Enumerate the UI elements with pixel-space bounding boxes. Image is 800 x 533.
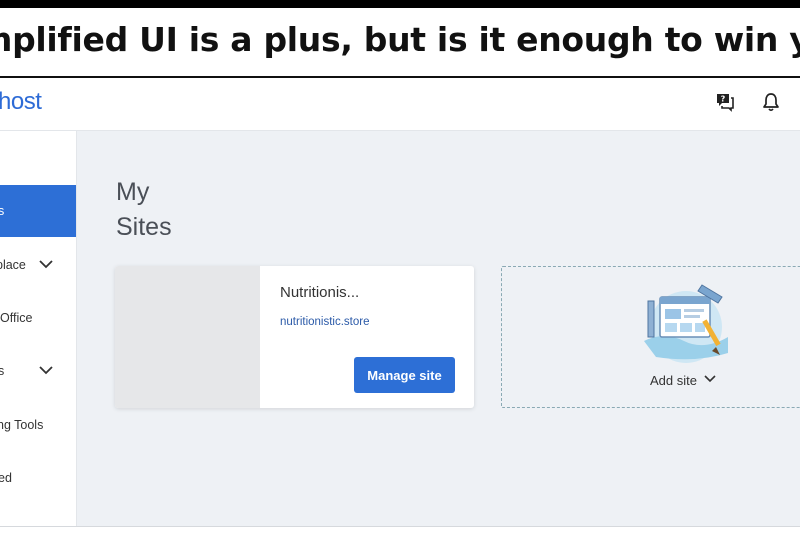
chat-icon[interactable]: ? [713,90,737,114]
brand-logo[interactable]: host [0,88,42,116]
site-thumbnail[interactable] [115,266,260,408]
chevron-down-icon [38,362,54,381]
sidebar: s place Office s ng Tools ed [0,131,77,526]
sidebar-item-marketing-tools[interactable]: ng Tools [0,411,76,441]
sidebar-item-label: Office [0,311,33,325]
sidebar-item-advanced[interactable]: ed [0,464,76,494]
sidebar-item-label: ed [0,471,12,485]
add-site-label: Add site [650,373,697,388]
bell-icon[interactable] [759,90,783,114]
add-site-illustration-icon [644,284,728,363]
sidebar-item-marketplace[interactable]: place [0,251,76,281]
add-site-card[interactable]: Add site [501,266,800,408]
sidebar-item-label: s [0,364,5,378]
bottom-divider [0,526,800,527]
app-header: host ? [0,78,800,131]
site-card: Nutritionis... nutritionistic.store Mana… [115,266,474,408]
sidebar-item-label: s [0,204,5,218]
page-title: My Sites [116,178,172,241]
app-window: host ? s place Office [0,78,800,526]
sidebar-item-label: place [0,258,26,272]
sidebar-item-office[interactable]: Office [0,304,76,334]
manage-site-button[interactable]: Manage site [354,357,455,393]
caption-text: mplified UI is a plus, but is it enough … [0,20,800,59]
sidebar-item-sites[interactable]: s [0,185,76,237]
sidebar-item-domains[interactable]: s [0,357,76,387]
chevron-down-icon [38,256,54,275]
sidebar-item-label: ng Tools [0,418,44,432]
top-black-bar [0,0,800,8]
site-name: Nutritionis... [280,284,360,301]
main-content: My Sites Nutritionis... nutritionistic.s… [77,131,800,526]
add-site-dropdown[interactable]: Add site [650,372,717,389]
site-domain-link[interactable]: nutritionistic.store [280,316,369,328]
caption-banner: mplified UI is a plus, but is it enough … [0,8,800,78]
chevron-down-icon [703,372,717,389]
svg-text:?: ? [721,95,726,104]
